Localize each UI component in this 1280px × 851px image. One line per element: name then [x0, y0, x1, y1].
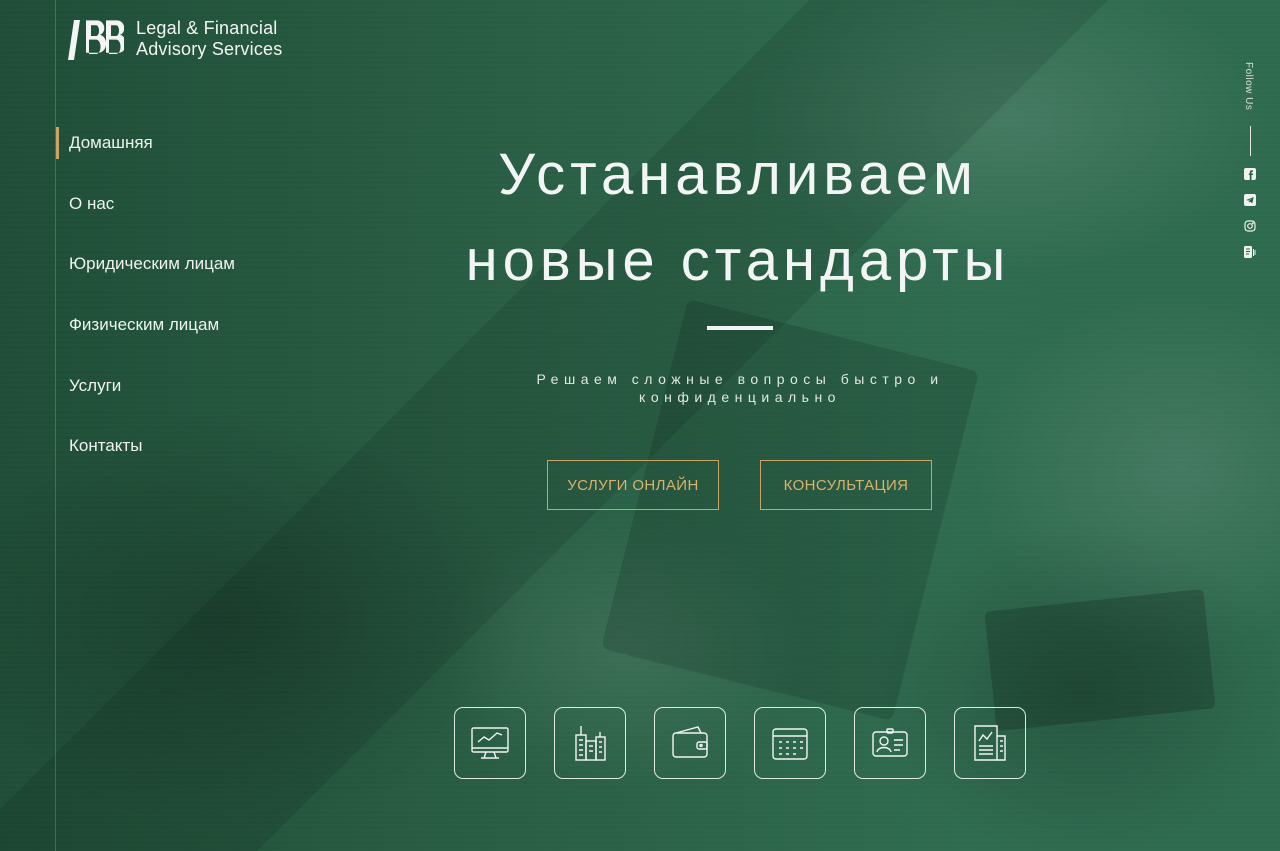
follow-us-label: Follow Us: [1240, 62, 1260, 122]
feature-tile-companies[interactable]: [554, 707, 626, 779]
title-underline: [707, 326, 773, 330]
hero-title: Устанавливаем новые стандарты: [400, 132, 1076, 304]
id-card-icon: [872, 728, 908, 757]
telegram-icon: [1244, 194, 1256, 206]
online-services-button[interactable]: УСЛУГИ ОНЛАЙН: [547, 460, 719, 510]
telegram-link[interactable]: [1243, 193, 1257, 207]
main-nav: Домашняя О нас Юридическим лицам Физичес…: [56, 125, 235, 489]
brand-logo[interactable]: Legal & Financial Advisory Services: [68, 18, 282, 62]
feature-tile-schedule[interactable]: [754, 707, 826, 779]
brand-line-1: Legal & Financial: [136, 18, 278, 38]
nav-item-about[interactable]: О нас: [56, 186, 235, 222]
background-tablet-shape: [600, 299, 980, 721]
calendar-icon: [772, 728, 808, 760]
nav-item-individuals[interactable]: Физическим лицам: [56, 307, 235, 343]
nav-item-legal-entities[interactable]: Юридическим лицам: [56, 246, 235, 282]
feature-tile-finance[interactable]: [654, 707, 726, 779]
monitor-chart-icon: [471, 727, 509, 759]
nav-item-services[interactable]: Услуги: [56, 368, 235, 404]
hero-title-line-1: Устанавливаем: [498, 142, 978, 207]
follow-divider: [1250, 126, 1251, 156]
facebook-link[interactable]: [1243, 167, 1257, 181]
rss-link[interactable]: [1243, 245, 1257, 259]
instagram-link[interactable]: [1243, 219, 1257, 233]
feature-tile-news[interactable]: [954, 707, 1026, 779]
consultation-button[interactable]: КОНСУЛЬТАЦИЯ: [760, 460, 932, 510]
nav-item-home[interactable]: Домашняя: [56, 125, 235, 161]
nav-item-contacts[interactable]: Контакты: [56, 428, 235, 464]
feature-tile-analytics[interactable]: [454, 707, 526, 779]
facebook-icon: [1244, 168, 1256, 180]
newspaper-icon: [974, 725, 1006, 761]
hero-title-line-2: новые стандарты: [465, 228, 1011, 293]
buildings-icon: [575, 726, 606, 761]
wallet-icon: [672, 726, 708, 758]
hero-subtitle: Решаем сложные вопросы быстро и конфиден…: [536, 371, 944, 405]
follow-us-text: Follow Us: [1243, 62, 1254, 111]
feature-tile-personal[interactable]: [854, 707, 926, 779]
ibb-logo-icon: [68, 20, 124, 60]
brand-name: Legal & Financial Advisory Services: [136, 18, 282, 60]
instagram-icon: [1244, 220, 1256, 232]
brand-line-2: Advisory Services: [136, 39, 283, 59]
rss-icon: [1244, 246, 1256, 258]
